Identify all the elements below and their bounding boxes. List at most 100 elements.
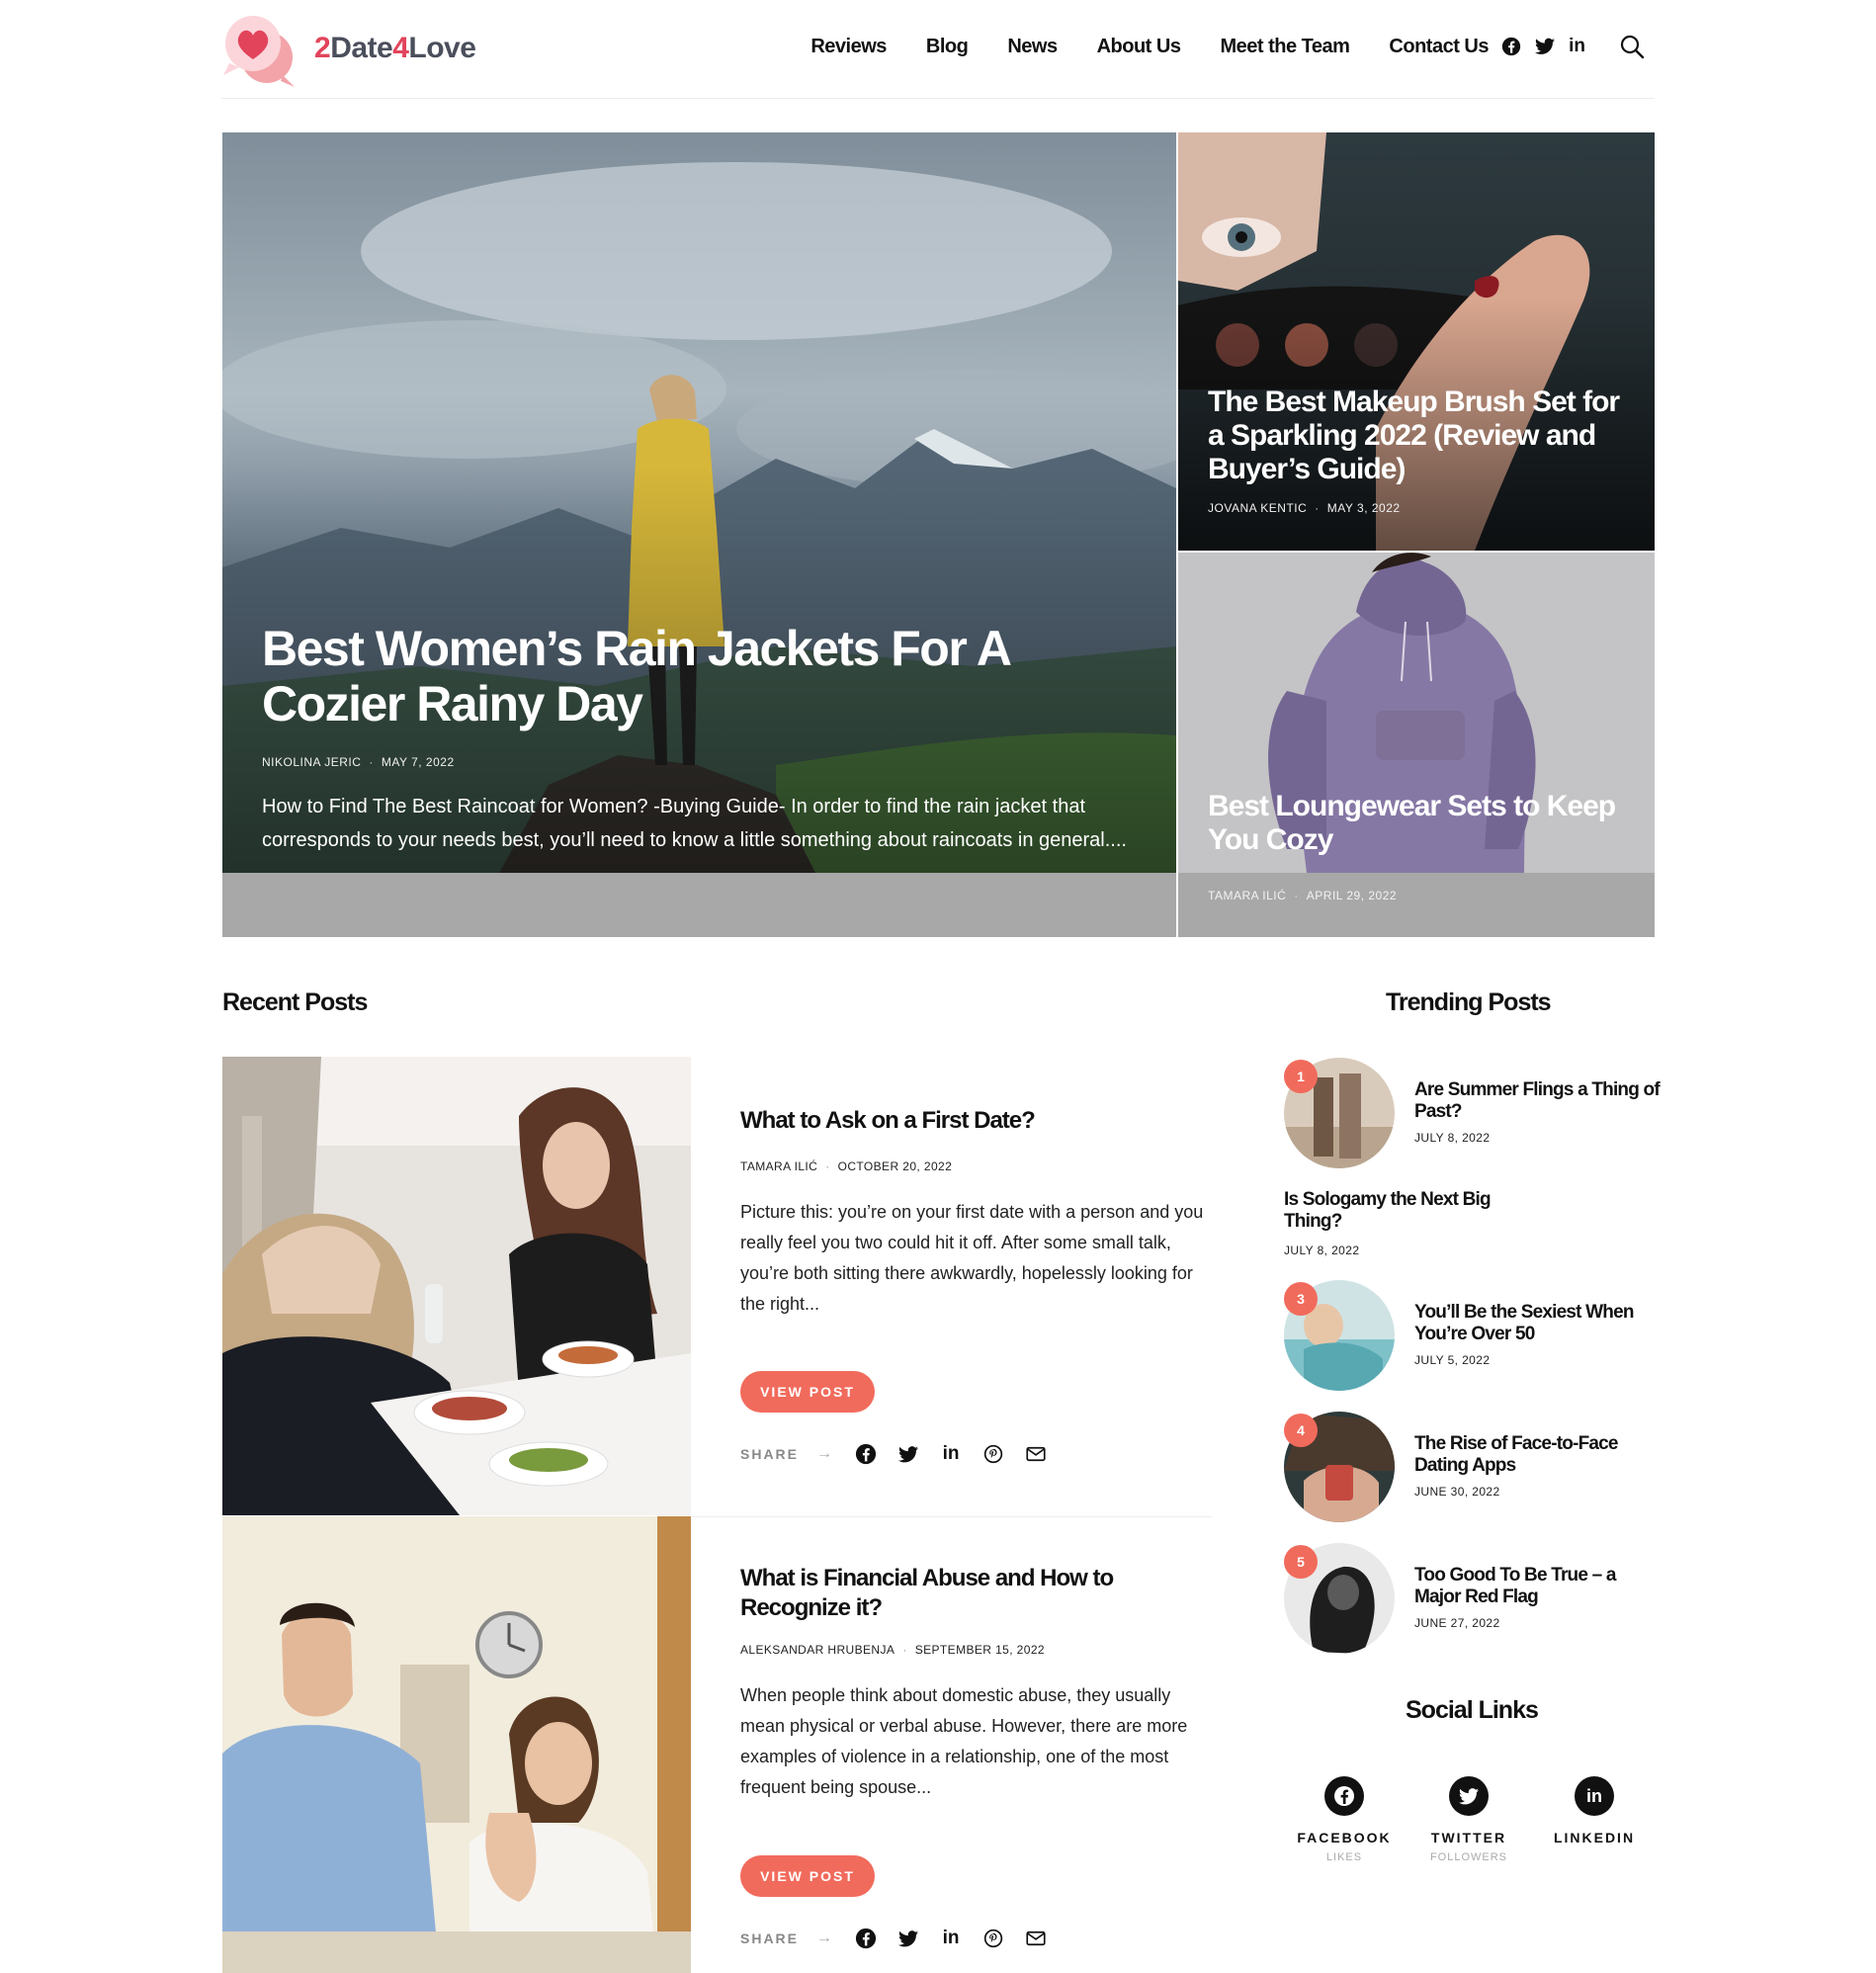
social-name: FACEBOOK (1297, 1830, 1392, 1845)
logo-heart-bubble-icon[interactable] (221, 10, 300, 89)
hero-loungewear-author[interactable]: TAMARA ILIĆ (1208, 889, 1286, 902)
brand-part-2: Date (330, 32, 393, 64)
first-date-photo[interactable] (222, 1057, 691, 1515)
view-post-button[interactable]: VIEW POST (740, 1855, 875, 1897)
nav-blog[interactable]: Blog (926, 36, 969, 58)
trending-item-date: JULY 8, 2022 (1414, 1131, 1491, 1145)
hero-makeup-meta: JOVANA KENTIC · MAY 3, 2022 (1208, 501, 1401, 515)
recent-post-date: SEPTEMBER 15, 2022 (914, 1643, 1045, 1657)
view-post-button[interactable]: VIEW POST (740, 1371, 875, 1413)
recent-post-title[interactable]: What to Ask on a First Date? (740, 1106, 1205, 1136)
brand-part-1: 2 (314, 32, 331, 64)
site-header: 2Date4Love Reviews Blog News About Us Me… (221, 0, 1655, 99)
hero-loungewear-date: APRIL 29, 2022 (1306, 889, 1398, 902)
financial-abuse-photo[interactable] (222, 1516, 691, 1973)
recent-posts-heading: Recent Posts (222, 988, 368, 1016)
share-label: SHARE (740, 1446, 800, 1462)
linkedin-icon[interactable]: in (1575, 1776, 1614, 1816)
hero-loungewear-title[interactable]: Best Loungewear Sets to Keep You Cozy (1208, 790, 1633, 857)
social-name: LINKEDIN (1553, 1830, 1636, 1845)
recent-post-author[interactable]: TAMARA ILIĆ (740, 1159, 817, 1173)
hero-main-excerpt: How to Find The Best Raincoat for Women?… (262, 796, 1127, 851)
hero-makeup-title[interactable]: The Best Makeup Brush Set for a Sparklin… (1208, 386, 1633, 486)
recent-post-author[interactable]: ALEKSANDAR HRUBENJA (740, 1643, 895, 1657)
brand-part-4: Love (408, 32, 476, 64)
hero-loungewear-post[interactable]: Best Loungewear Sets to Keep You Cozy TA… (1178, 553, 1655, 937)
arrow-right-icon: → (816, 1445, 833, 1462)
trending-item[interactable]: 4 The Rise of Face-to-Face Dating Apps J… (1284, 1412, 1660, 1525)
search-icon[interactable] (1619, 34, 1645, 59)
recent-post-title[interactable]: What is Financial Abuse and How to Recog… (740, 1564, 1205, 1623)
email-icon[interactable] (1024, 1442, 1048, 1466)
recent-post-excerpt: When people think about domestic abuse, … (740, 1685, 1188, 1797)
trending-rank-badge: 3 (1284, 1282, 1318, 1316)
recent-post: What is Financial Abuse and How to Recog… (222, 1516, 1213, 1973)
social-sub: FOLLOWERS (1429, 1851, 1508, 1863)
hero-main-post[interactable]: Best Women’s Rain Jackets For A Cozier R… (222, 132, 1176, 937)
hero-main-date: MAY 7, 2022 (381, 755, 455, 769)
trending-item-date: JULY 5, 2022 (1414, 1353, 1491, 1367)
share-bar: SHARE → in (740, 1442, 1066, 1466)
nav-about-us[interactable]: About Us (1097, 36, 1181, 58)
facebook-icon[interactable] (854, 1442, 878, 1466)
trending-rank-badge: 4 (1284, 1414, 1318, 1447)
linkedin-icon[interactable]: in (1569, 36, 1585, 57)
twitter-icon[interactable] (896, 1927, 920, 1950)
hero-makeup-date: MAY 3, 2022 (1326, 501, 1401, 515)
nav-contact-us[interactable]: Contact Us (1389, 36, 1489, 58)
twitter-icon[interactable] (1449, 1776, 1489, 1816)
recent-post: What to Ask on a First Date? TAMARA ILIĆ… (222, 1057, 1213, 1515)
recent-post-date: OCTOBER 20, 2022 (837, 1159, 953, 1173)
social-sub: LIKES (1325, 1851, 1363, 1863)
trending-item-date: JULY 8, 2022 (1284, 1244, 1360, 1257)
header-social: in (1501, 36, 1585, 57)
trending-item-title[interactable]: Is Sologamy the Next Big Thing? (1284, 1189, 1531, 1233)
hero-makeup-author[interactable]: JOVANA KENTIC (1208, 501, 1307, 515)
facebook-icon[interactable] (854, 1927, 878, 1950)
hero-main-title[interactable]: Best Women’s Rain Jackets For A Cozier R… (262, 621, 1072, 731)
facebook-icon[interactable] (1501, 37, 1521, 56)
makeup-palette-photo (1178, 132, 1655, 551)
trending-item-title[interactable]: The Rise of Face-to-Face Dating Apps (1414, 1433, 1662, 1477)
twitter-icon[interactable] (896, 1442, 920, 1466)
share-bar: SHARE → in (740, 1927, 1066, 1950)
trending-item[interactable]: Is Sologamy the Next Big Thing? JULY 8, … (1284, 1189, 1660, 1258)
hero-main-meta: NIKOLINA JERIC · MAY 7, 2022 (262, 755, 455, 769)
recent-post-meta: ALEKSANDAR HRUBENJA · SEPTEMBER 15, 2022 (740, 1643, 1045, 1657)
trending-item[interactable]: 3 You’ll Be the Sexiest When You’re Over… (1284, 1280, 1660, 1394)
trending-item-date: JUNE 27, 2022 (1414, 1616, 1500, 1630)
hero-main-author[interactable]: NIKOLINA JERIC (262, 755, 361, 769)
social-name: TWITTER (1430, 1830, 1507, 1845)
linkedin-icon[interactable]: in (939, 1442, 963, 1466)
recent-post-excerpt: Picture this: you’re on your first date … (740, 1202, 1204, 1314)
pinterest-icon[interactable] (981, 1442, 1005, 1466)
trending-posts-heading: Trending Posts (1386, 988, 1552, 1016)
trending-item-title[interactable]: Are Summer Flings a Thing of Past? (1414, 1079, 1662, 1123)
pinterest-icon[interactable] (981, 1927, 1005, 1950)
social-linkedin[interactable]: in LINKEDIN (1530, 1776, 1659, 1851)
trending-rank-badge: 1 (1284, 1060, 1318, 1093)
twitter-icon[interactable] (1535, 38, 1556, 55)
share-label: SHARE (740, 1930, 800, 1946)
hero-makeup-post[interactable]: The Best Makeup Brush Set for a Sparklin… (1178, 132, 1655, 551)
email-icon[interactable] (1024, 1927, 1048, 1950)
social-facebook[interactable]: FACEBOOK LIKES (1280, 1776, 1408, 1863)
trending-item[interactable]: 1 Are Summer Flings a Thing of Past? JUL… (1284, 1058, 1662, 1171)
trending-item-title[interactable]: Too Good To Be True – a Major Red Flag (1414, 1565, 1662, 1608)
trending-rank-badge: 5 (1284, 1545, 1318, 1579)
nav-news[interactable]: News (1007, 36, 1058, 58)
hero-loungewear-meta: TAMARA ILIĆ · APRIL 29, 2022 (1208, 889, 1398, 902)
featured-posts: Best Women’s Rain Jackets For A Cozier R… (222, 132, 1655, 937)
nav-reviews[interactable]: Reviews (810, 36, 887, 58)
main-nav: Reviews Blog News About Us Meet the Team… (810, 36, 1489, 58)
linkedin-icon[interactable]: in (939, 1927, 963, 1950)
trending-item[interactable]: 5 Too Good To Be True – a Major Red Flag… (1284, 1543, 1660, 1657)
social-links-heading: Social Links (1406, 1696, 1539, 1724)
trending-item-title[interactable]: You’ll Be the Sexiest When You’re Over 5… (1414, 1302, 1662, 1345)
recent-post-meta: TAMARA ILIĆ · OCTOBER 20, 2022 (740, 1159, 953, 1173)
arrow-right-icon: → (816, 1930, 833, 1946)
site-brand[interactable]: 2Date4Love (314, 32, 476, 65)
facebook-icon[interactable] (1324, 1776, 1364, 1816)
social-twitter[interactable]: TWITTER FOLLOWERS (1405, 1776, 1533, 1863)
nav-meet-the-team[interactable]: Meet the Team (1220, 36, 1349, 58)
